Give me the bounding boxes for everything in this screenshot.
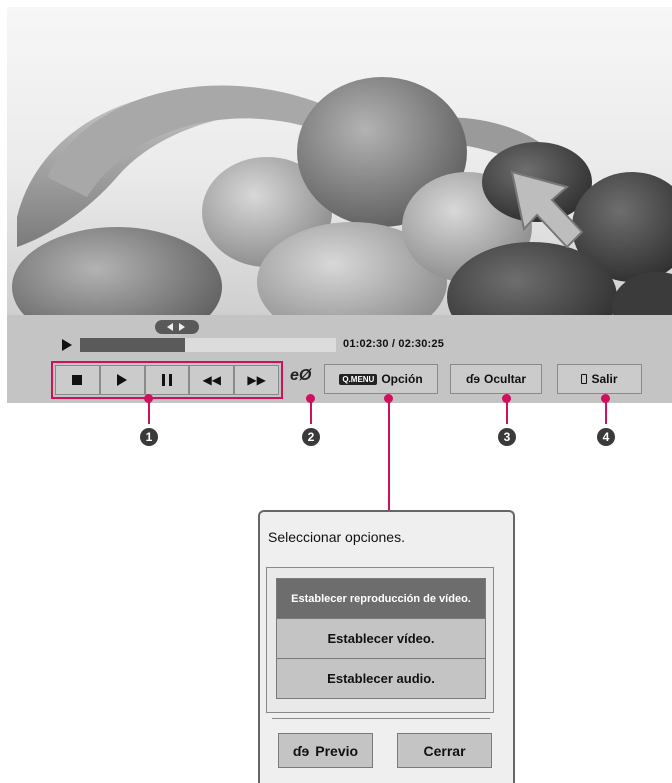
pause-button[interactable] — [144, 365, 190, 395]
pause-icon — [161, 374, 172, 386]
options-list: Establecer reproducción de vídeo. Establ… — [266, 567, 494, 713]
dialog-title: Seleccionar opciones. — [268, 529, 405, 545]
options-dialog: Seleccionar opciones. Establecer reprodu… — [258, 510, 515, 783]
play-icon — [117, 374, 128, 386]
option-playback-settings[interactable]: Establecer reproducción de vídeo. — [276, 578, 486, 619]
energy-saving-icon[interactable]: eØ — [290, 367, 311, 385]
previous-label: Previo — [315, 742, 359, 759]
back-icon: ɗɘ — [292, 742, 310, 759]
time-display: 01:02:30 / 02:30:25 — [343, 338, 445, 350]
playback-buttons-group: ◀◀ ▶▶ — [51, 361, 283, 399]
rewind-button[interactable]: ◀◀ — [189, 365, 235, 395]
close-label: Cerrar — [423, 742, 466, 759]
fast-forward-icon: ▶▶ — [247, 373, 266, 387]
callout-number-3: 3 — [498, 428, 516, 446]
callout-number-4: 4 — [597, 428, 615, 446]
option-audio-settings[interactable]: Establecer audio. — [276, 658, 486, 699]
stop-button[interactable] — [55, 365, 100, 395]
option-connector-dot — [384, 394, 393, 403]
exit-label: Salir — [591, 372, 618, 386]
rewind-icon: ◀◀ — [202, 373, 222, 387]
stop-icon — [72, 375, 83, 385]
playback-control-bar: 01:02:30 / 02:30:25 ◀◀ ▶▶ eØ Q.MENU Opci… — [7, 315, 672, 403]
qmenu-key-icon: Q.MENU — [339, 373, 378, 385]
callout-dot-2 — [306, 394, 315, 403]
play-indicator-icon — [62, 339, 72, 351]
hide-label: Ocultar — [484, 372, 527, 386]
close-button[interactable]: Cerrar — [397, 733, 492, 768]
callout-dot-1 — [144, 394, 153, 403]
hide-button[interactable]: ɗɘ Ocultar — [450, 364, 542, 394]
callout-dot-4 — [601, 394, 610, 403]
callout-dot-3 — [502, 394, 511, 403]
back-icon: ɗɘ — [465, 372, 480, 386]
seek-handle-icon[interactable] — [155, 320, 199, 334]
fast-forward-button[interactable]: ▶▶ — [234, 365, 279, 395]
callout-number-1: 1 — [140, 428, 158, 446]
previous-button[interactable]: ɗɘ Previo — [278, 733, 373, 768]
dialog-divider — [272, 718, 490, 719]
progress-fill — [80, 338, 185, 352]
option-video-settings[interactable]: Establecer vídeo. — [276, 618, 486, 659]
option-label: Opción — [381, 372, 423, 386]
video-picture — [12, 77, 672, 315]
exit-icon — [581, 374, 588, 384]
option-connector-line — [388, 399, 390, 510]
callout-number-2: 2 — [302, 428, 320, 446]
exit-button[interactable]: Salir — [557, 364, 642, 394]
option-button[interactable]: Q.MENU Opción — [324, 364, 438, 394]
play-button[interactable] — [99, 365, 145, 395]
video-frame — [7, 7, 672, 315]
progress-track[interactable] — [80, 338, 336, 352]
